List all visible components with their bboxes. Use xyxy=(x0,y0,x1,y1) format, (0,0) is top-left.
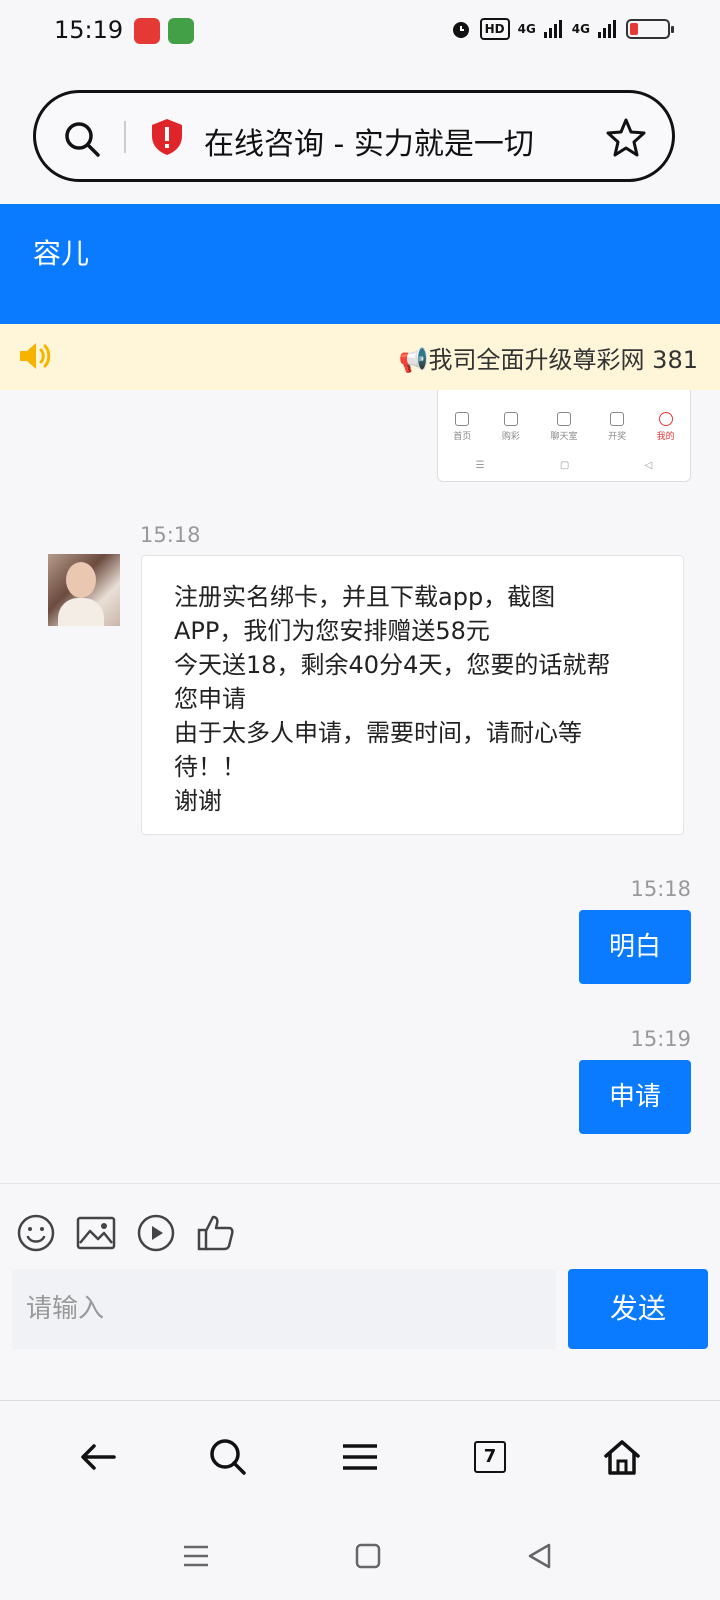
url-divider xyxy=(124,121,126,153)
thumbs-up-icon[interactable] xyxy=(196,1213,236,1253)
bookmark-star-icon[interactable] xyxy=(606,117,646,157)
screenshot-system-nav: ☰ ▢ ◁ xyxy=(475,460,653,471)
message-line: 注册实名绑卡，并且下载app，截图 xyxy=(174,583,556,611)
browser-toolbar: 7 xyxy=(0,1400,720,1516)
back-arrow-icon[interactable] xyxy=(78,1437,118,1477)
image-icon[interactable] xyxy=(76,1213,116,1253)
contact-name: 容儿 xyxy=(33,237,90,270)
outgoing-message-bubble[interactable]: 申请 xyxy=(579,1060,691,1134)
emoji-icon[interactable] xyxy=(16,1213,56,1253)
status-bar: 15:19 HD 4G 4G xyxy=(0,0,720,62)
browser-address-bar[interactable]: 在线咨询 - 实力就是一切 xyxy=(33,90,675,182)
system-navigation-bar xyxy=(0,1516,720,1600)
screenshot-tab: 购彩 xyxy=(502,412,520,442)
message-line: APP，我们为您安排赠送58元 xyxy=(174,617,490,645)
message-line: 您申请 xyxy=(174,685,246,713)
status-indicators: HD 4G 4G xyxy=(450,18,674,40)
battery-icon xyxy=(626,19,674,39)
message-input[interactable] xyxy=(12,1269,556,1349)
message-timestamp: 15:19 xyxy=(630,1027,691,1051)
announcement-bar[interactable]: 📢我司全面升级尊彩网 381 xyxy=(0,324,720,390)
home-icon[interactable] xyxy=(602,1437,642,1477)
menu-icon[interactable] xyxy=(340,1437,380,1477)
tabs-count-button[interactable]: 7 xyxy=(474,1441,506,1473)
outgoing-message-bubble[interactable]: 明白 xyxy=(579,910,691,984)
contact-avatar[interactable] xyxy=(48,554,120,626)
security-shield-icon[interactable] xyxy=(149,117,185,157)
message-line: 待！！ xyxy=(174,753,246,781)
composer-divider xyxy=(0,1183,720,1184)
screenshot-tab-bar: 首页 购彩 聊天室 开奖 我的 xyxy=(438,412,690,442)
video-icon[interactable] xyxy=(136,1213,176,1253)
screenshot-tab: 首页 xyxy=(453,412,471,442)
announcement-text: 📢我司全面升级尊彩网 381 xyxy=(398,346,698,374)
message-line: 今天送18，剩余40分4天，您要的话就帮 xyxy=(174,651,611,679)
page-title[interactable]: 在线咨询 - 实力就是一切 xyxy=(204,119,534,163)
incoming-message-bubble[interactable]: 注册实名绑卡，并且下载app，截图 APP，我们为您安排赠送58元 今天送18，… xyxy=(141,555,684,835)
status-time: 15:19 xyxy=(54,16,124,44)
search-icon[interactable] xyxy=(62,119,102,159)
signal-icon xyxy=(543,20,562,38)
message-line: 由于太多人申请，需要时间，请耐心等 xyxy=(174,719,582,747)
recent-apps-icon[interactable] xyxy=(182,1542,210,1570)
hd-voice-badge: HD xyxy=(479,18,510,40)
shared-screenshot-image[interactable]: 首页 购彩 聊天室 开奖 我的 ☰ ▢ ◁ xyxy=(437,390,691,482)
security-app-icon xyxy=(168,18,194,44)
screenshot-tab: 开奖 xyxy=(608,412,626,442)
screenshot-tab: 聊天室 xyxy=(550,412,577,442)
alarm-icon xyxy=(452,22,469,38)
network-type-1: 4G xyxy=(517,22,536,36)
message-timestamp: 15:18 xyxy=(630,877,691,901)
network-type-2: 4G xyxy=(571,22,590,36)
home-button-icon[interactable] xyxy=(354,1542,382,1570)
back-button-icon[interactable] xyxy=(526,1542,554,1570)
message-timestamp: 15:18 xyxy=(140,523,201,547)
message-line: 谢谢 xyxy=(174,787,222,815)
chat-header: 容儿 xyxy=(0,204,720,324)
send-button[interactable]: 发送 xyxy=(568,1269,708,1349)
signal-icon-2 xyxy=(598,20,616,38)
video-app-icon xyxy=(134,18,160,44)
search-icon[interactable] xyxy=(208,1437,248,1477)
speaker-icon xyxy=(20,343,51,369)
screenshot-tab-active: 我的 xyxy=(657,412,675,442)
